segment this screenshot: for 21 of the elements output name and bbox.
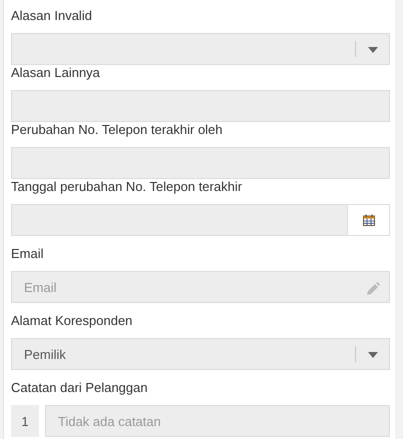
field-label: Tanggal perubahan No. Telepon terakhir (11, 179, 244, 195)
caret-icon (368, 352, 378, 358)
select-value: Pemilik (24, 346, 66, 362)
field-label: Perubahan No. Telepon terakhir oleh (11, 122, 224, 138)
calendar-icon (362, 214, 374, 226)
field-label: Catatan dari Pelanggan (11, 380, 149, 396)
caret-icon (368, 47, 378, 53)
field-label: Email (11, 246, 45, 262)
field-label: Alamat Koresponden (11, 313, 134, 329)
email-field[interactable]: Email (11, 271, 390, 303)
select-field[interactable]: Pemilik (11, 338, 390, 370)
input-field[interactable] (11, 90, 390, 122)
note-number: 1 (11, 405, 39, 437)
field-label: Alasan Lainnya (11, 65, 101, 81)
date-field[interactable] (11, 204, 390, 236)
pencil-icon (366, 282, 380, 296)
input-field[interactable] (11, 147, 390, 179)
field-label: Alasan Invalid (11, 8, 93, 24)
select-field[interactable] (11, 33, 390, 65)
calendar-button[interactable] (347, 204, 390, 236)
note-field[interactable]: Tidak ada catatan (45, 405, 390, 437)
